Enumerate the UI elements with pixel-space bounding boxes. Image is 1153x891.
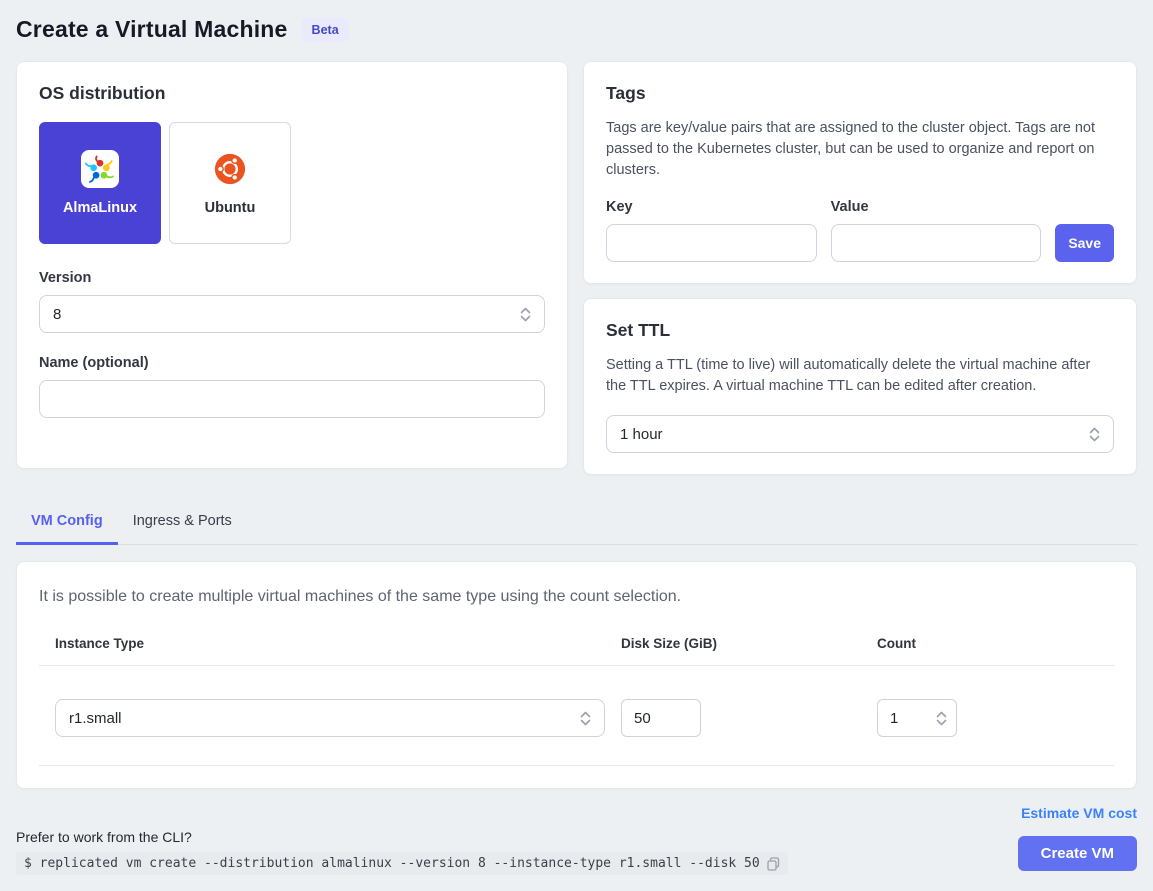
os-distribution-heading: OS distribution xyxy=(39,83,545,104)
version-label: Version xyxy=(39,270,545,286)
create-vm-page: Create a Virtual Machine Beta OS distrib… xyxy=(0,0,1153,875)
vm-name-input[interactable] xyxy=(39,380,545,418)
vm-config-card: It is possible to create multiple virtua… xyxy=(16,561,1137,789)
ttl-select[interactable]: 1 hour xyxy=(606,415,1114,453)
cli-command-text: $ replicated vm create --distribution al… xyxy=(24,856,760,871)
version-select[interactable]: 8 xyxy=(39,295,545,333)
tags-card: Tags Tags are key/value pairs that are a… xyxy=(583,61,1137,284)
create-vm-button[interactable]: Create VM xyxy=(1018,836,1137,871)
right-column: Tags Tags are key/value pairs that are a… xyxy=(583,61,1137,475)
cli-prompt: Prefer to work from the CLI? xyxy=(16,829,788,845)
os-tile-almalinux[interactable]: AlmaLinux xyxy=(39,122,161,244)
column-disk-size: Disk Size (GiB) xyxy=(621,636,877,651)
tab-ingress-ports[interactable]: Ingress & Ports xyxy=(118,501,247,545)
tag-value-input[interactable] xyxy=(831,224,1042,262)
chevron-updown-icon xyxy=(580,710,591,727)
os-tile-ubuntu[interactable]: Ubuntu xyxy=(169,122,291,244)
disk-size-input[interactable] xyxy=(621,699,701,737)
vm-config-intro: It is possible to create multiple virtua… xyxy=(39,588,1114,606)
tag-key-input[interactable] xyxy=(606,224,817,262)
version-select-value: 8 xyxy=(53,306,61,323)
os-tile-ubuntu-label: Ubuntu xyxy=(205,200,256,216)
tags-description: Tags are key/value pairs that are assign… xyxy=(606,118,1114,181)
tag-value-label: Value xyxy=(831,199,1042,215)
vm-table-row: r1.small xyxy=(39,666,1114,766)
tags-heading: Tags xyxy=(606,83,1114,104)
column-count: Count xyxy=(877,636,1114,651)
ubuntu-logo-icon xyxy=(211,150,249,188)
os-tiles: AlmaLinux xyxy=(39,122,545,244)
tag-key-label: Key xyxy=(606,199,817,215)
count-stepper[interactable] xyxy=(877,699,957,737)
chevron-updown-icon xyxy=(520,306,531,323)
almalinux-logo-icon xyxy=(81,150,119,188)
vm-name-label: Name (optional) xyxy=(39,355,545,371)
estimate-vm-cost-link[interactable]: Estimate VM cost xyxy=(1021,805,1137,821)
count-input[interactable] xyxy=(877,699,957,737)
instance-type-select[interactable]: r1.small xyxy=(55,699,605,737)
page-title: Create a Virtual Machine xyxy=(16,16,288,43)
config-tabs: VM Config Ingress & Ports xyxy=(16,501,1137,545)
estimate-row: Estimate VM cost xyxy=(16,805,1137,823)
copy-icon[interactable] xyxy=(767,857,780,871)
ttl-card: Set TTL Setting a TTL (time to live) wil… xyxy=(583,298,1137,475)
top-cards-row: OS distribution xyxy=(16,61,1137,475)
cli-command-block: $ replicated vm create --distribution al… xyxy=(16,852,788,875)
tab-vm-config[interactable]: VM Config xyxy=(16,501,118,545)
beta-badge: Beta xyxy=(302,18,349,42)
footer-row: Prefer to work from the CLI? $ replicate… xyxy=(16,829,1137,875)
save-tag-button[interactable]: Save xyxy=(1055,224,1114,262)
ttl-heading: Set TTL xyxy=(606,320,1114,341)
os-distribution-card: OS distribution xyxy=(16,61,568,469)
instance-type-value: r1.small xyxy=(69,710,122,727)
chevron-updown-icon xyxy=(1089,426,1100,443)
column-instance-type: Instance Type xyxy=(55,636,621,651)
ttl-select-value: 1 hour xyxy=(620,426,663,443)
page-header: Create a Virtual Machine Beta xyxy=(16,12,1137,61)
os-tile-almalinux-label: AlmaLinux xyxy=(63,200,137,216)
vm-table-header: Instance Type Disk Size (GiB) Count xyxy=(39,636,1114,666)
ttl-description: Setting a TTL (time to live) will automa… xyxy=(606,355,1114,397)
